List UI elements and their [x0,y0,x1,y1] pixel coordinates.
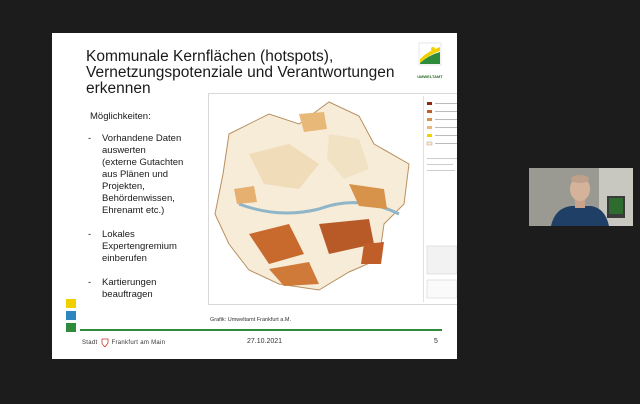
legend-graphic [426,102,457,299]
city-crest-icon [101,338,108,347]
footer-city: Stadt Frankfurt am Main [82,338,165,347]
bullet-item: - Lokales Expertengremium einberufen [86,229,206,265]
map-legend [423,96,457,302]
bullet-dash: - [88,277,92,288]
bullet-text: Kartierungen beauftragen [102,277,157,300]
shared-slide: Kommunale Kernflächen (hotspots), Vernet… [52,33,457,359]
yellow-square [66,299,76,308]
color-squares [66,299,76,335]
bullet-dash: - [88,229,92,240]
bullet-item: - Vorhandene Daten auswerten (externe Gu… [86,133,206,217]
umweltamt-logo: UMWELTAMT [413,41,447,79]
participant-video[interactable] [529,168,633,226]
footer-divider [80,329,442,331]
bullet-list: - Vorhandene Daten auswerten (externe Gu… [86,133,206,313]
meeting-stage: Kommunale Kernflächen (hotspots), Vernet… [0,0,640,404]
slide-page-number: 5 [434,338,438,345]
footer-date: 27.10.2021 [247,338,283,345]
options-heading: Möglichkeiten: [90,111,151,122]
bullet-item: - Kartierungen beauftragen [86,277,206,301]
logo-text: UMWELTAMT [417,74,443,79]
green-square [66,323,76,332]
bullet-text: Lokales Expertengremium einberufen [102,229,177,264]
footer-city-name: Frankfurt am Main [111,339,166,346]
blue-square [66,311,76,320]
map-caption: Grafik: Umweltamt Frankfurt a.M. [210,317,291,323]
bullet-dash: - [88,133,92,144]
bullet-text: Vorhandene Daten auswerten (externe Guta… [102,133,184,216]
webcam-participant-icon [529,168,633,226]
footer-city-label: Stadt [82,339,98,346]
hotspot-map [208,93,457,305]
city-map-graphic [214,101,410,291]
slide-title: Kommunale Kernflächen (hotspots), Vernet… [86,48,395,97]
umweltamt-logo-icon [418,42,442,66]
